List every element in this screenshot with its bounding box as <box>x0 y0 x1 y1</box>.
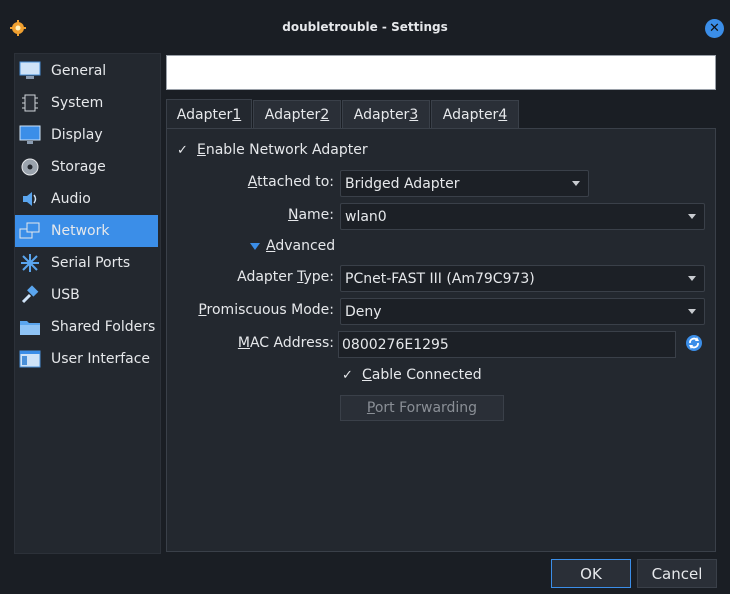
ok-button[interactable]: OK <box>551 559 631 588</box>
sidebar-item-serial-ports[interactable]: Serial Ports <box>15 247 158 279</box>
sidebar-item-user-interface[interactable]: User Interface <box>15 343 158 375</box>
sidebar-item-audio[interactable]: Audio <box>15 183 158 215</box>
tab-adapter-2[interactable]: Adapter 2 <box>253 100 341 129</box>
tab-mnemonic: 4 <box>498 107 508 123</box>
tab-label: Adapter <box>442 107 499 123</box>
mac-address-label: MAC Address: <box>237 335 334 351</box>
sidebar-item-label: General <box>51 63 107 79</box>
advanced-toggle[interactable]: Advanced <box>250 238 335 254</box>
cancel-button[interactable]: Cancel <box>637 559 717 588</box>
sidebar-item-system[interactable]: System <box>15 87 158 119</box>
chevron-down-icon <box>688 309 696 314</box>
disk-icon <box>19 156 41 178</box>
tab-adapter-3[interactable]: Adapter 3 <box>342 100 430 129</box>
sidebar-item-network[interactable]: Network <box>15 215 158 247</box>
usb-icon <box>19 284 41 306</box>
tab-label: Adapter <box>176 106 233 123</box>
sidebar-item-display[interactable]: Display <box>15 119 158 151</box>
sidebar-item-label: User Interface <box>51 351 151 367</box>
button-label: Port Forwarding <box>366 400 478 416</box>
attached-to-select[interactable]: Bridged Adapter <box>340 170 589 197</box>
title-bar: doubletrouble - Settings ✕ <box>0 0 730 56</box>
promiscuous-mode-value: Deny <box>345 303 382 320</box>
display-icon <box>19 124 41 146</box>
chevron-down-icon <box>572 181 580 186</box>
name-select[interactable]: wlan0 <box>340 203 705 230</box>
network-icon <box>19 220 41 242</box>
checkmark-icon: ✓ <box>177 142 188 158</box>
chevron-down-icon <box>688 214 696 219</box>
name-value: wlan0 <box>345 208 387 225</box>
sidebar-item-usb[interactable]: USB <box>15 279 158 311</box>
serial-port-icon <box>19 252 41 274</box>
checkbox-label: Enable Network Adapter <box>197 142 368 158</box>
speaker-icon <box>19 188 41 210</box>
cable-connected-checkbox[interactable]: ✓ Cable Connected <box>342 367 482 383</box>
tab-mnemonic: 2 <box>320 107 330 123</box>
sidebar-item-label: Shared Folders <box>51 319 156 335</box>
checkmark-icon: ✓ <box>342 367 353 383</box>
name-label: Name: <box>287 207 334 223</box>
window-icon <box>19 348 41 370</box>
tab-adapter-4[interactable]: Adapter 4 <box>431 100 519 129</box>
mac-address-value: 0800276E1295 <box>342 336 449 353</box>
close-button[interactable]: ✕ <box>705 19 724 38</box>
tab-label: Adapter <box>353 107 410 123</box>
settings-sidebar: General System Display Storage Audio Net… <box>14 53 161 554</box>
sidebar-item-label: Display <box>51 127 103 143</box>
sidebar-item-label: Audio <box>51 191 91 207</box>
chevron-down-icon <box>688 276 696 281</box>
sidebar-item-label: Serial Ports <box>51 255 131 271</box>
checkbox-label: Cable Connected <box>362 367 482 383</box>
window-title: doubletrouble - Settings <box>282 20 448 34</box>
promiscuous-mode-label: Promiscuous Mode: <box>198 302 334 318</box>
adapter-type-value: PCnet-FAST III (Am79C973) <box>345 270 535 287</box>
folder-icon <box>19 316 41 338</box>
sidebar-item-label: Storage <box>51 159 106 175</box>
port-forwarding-button[interactable]: Port Forwarding <box>340 395 504 421</box>
sidebar-item-storage[interactable]: Storage <box>15 151 158 183</box>
refresh-icon <box>686 335 702 351</box>
sidebar-item-label: Network <box>51 223 110 239</box>
promiscuous-mode-select[interactable]: Deny <box>340 298 705 325</box>
tab-mnemonic: 3 <box>409 107 419 123</box>
attached-to-value: Bridged Adapter <box>345 175 460 192</box>
advanced-label: Advanced <box>266 238 336 254</box>
tab-mnemonic: 1 <box>232 106 242 123</box>
attached-to-label: Attached to: <box>247 174 334 190</box>
tab-adapter-1[interactable]: Adapter 1 <box>166 99 252 129</box>
sidebar-item-general[interactable]: General <box>15 55 158 87</box>
refresh-mac-button[interactable] <box>685 334 703 352</box>
adapter-type-label: Adapter Type: <box>237 269 334 285</box>
settings-search-input[interactable] <box>166 55 716 90</box>
close-icon: ✕ <box>709 21 720 36</box>
tab-label: Adapter <box>264 107 321 123</box>
chip-icon <box>19 92 41 114</box>
expand-arrow-icon <box>250 242 260 250</box>
mac-address-field[interactable]: 0800276E1295 <box>338 331 676 358</box>
monitor-icon <box>19 60 41 82</box>
adapter-type-select[interactable]: PCnet-FAST III (Am79C973) <box>340 265 705 292</box>
enable-network-adapter-checkbox[interactable]: ✓ Enable Network Adapter <box>177 142 368 158</box>
sidebar-item-label: USB <box>51 287 80 303</box>
sidebar-item-shared-folders[interactable]: Shared Folders <box>15 311 158 343</box>
sidebar-item-label: System <box>51 95 104 111</box>
